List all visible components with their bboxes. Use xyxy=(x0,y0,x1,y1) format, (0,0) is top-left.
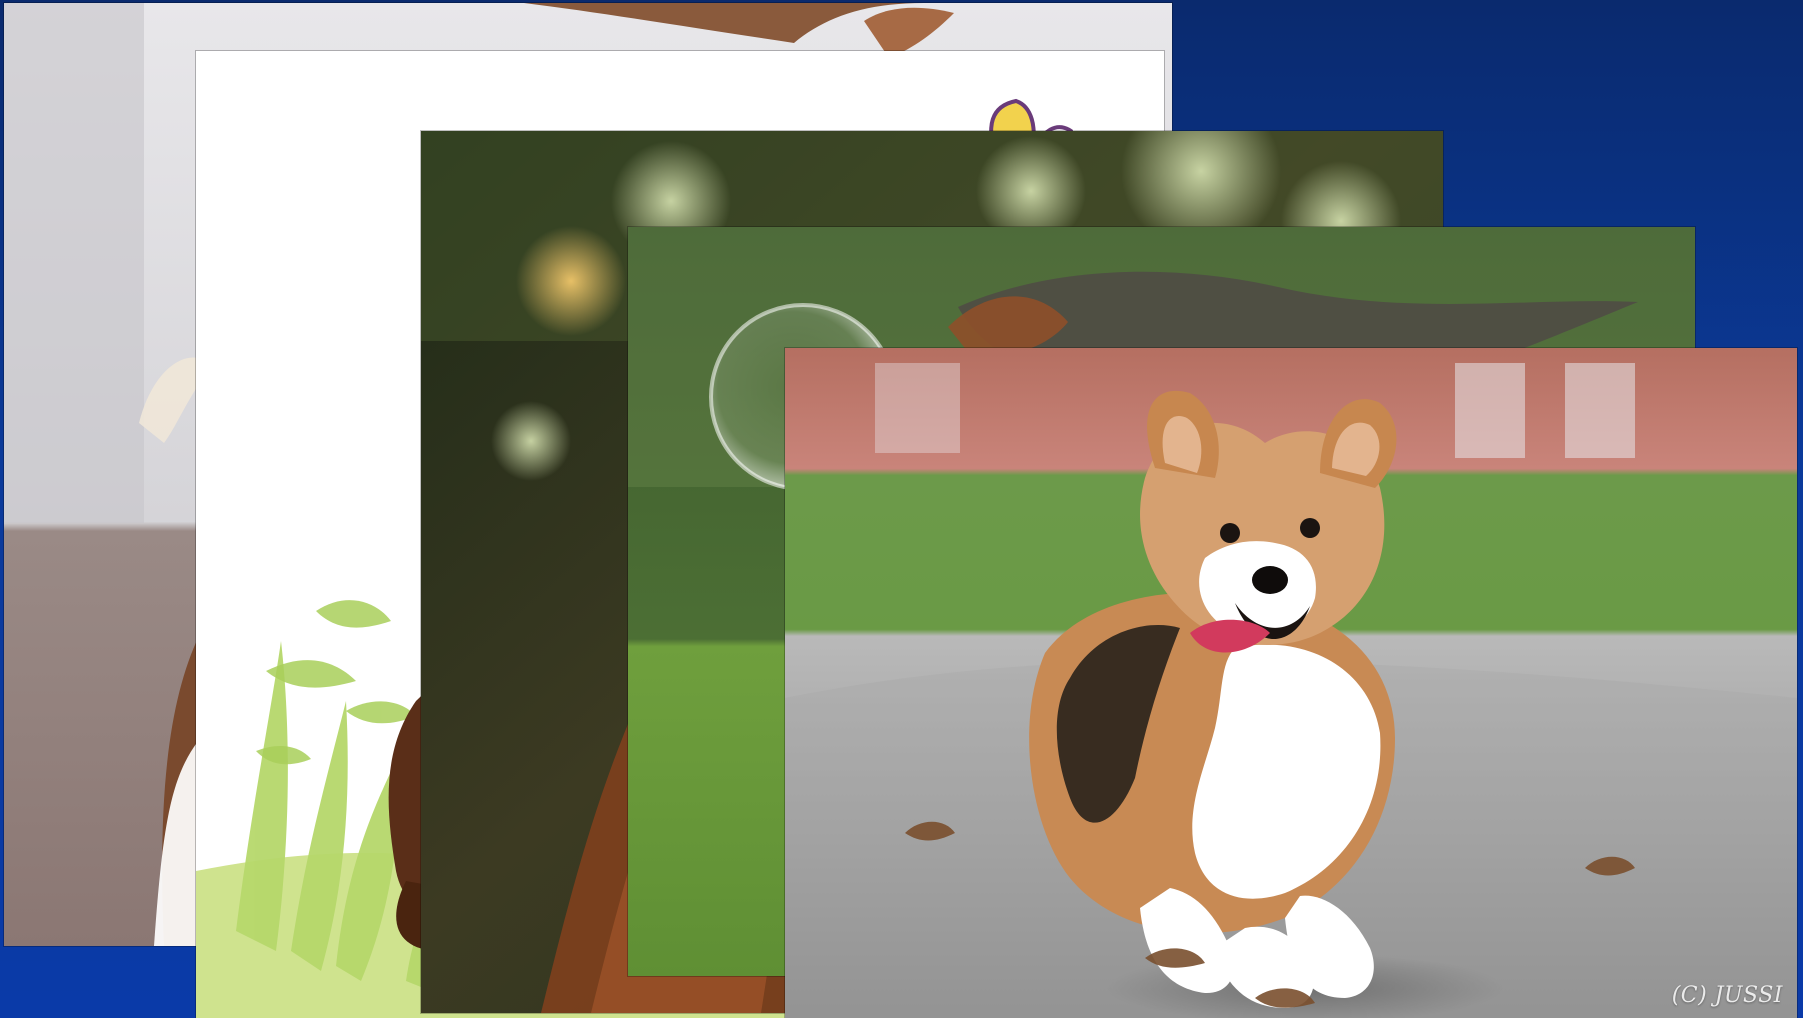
photo-watermark: (C) JUSSI xyxy=(1671,983,1783,1008)
corgi-running-image xyxy=(785,348,1797,1018)
photo-collage: (C) JUSSI xyxy=(0,0,1803,1018)
photo-corgi-running: (C) JUSSI xyxy=(785,348,1797,1018)
